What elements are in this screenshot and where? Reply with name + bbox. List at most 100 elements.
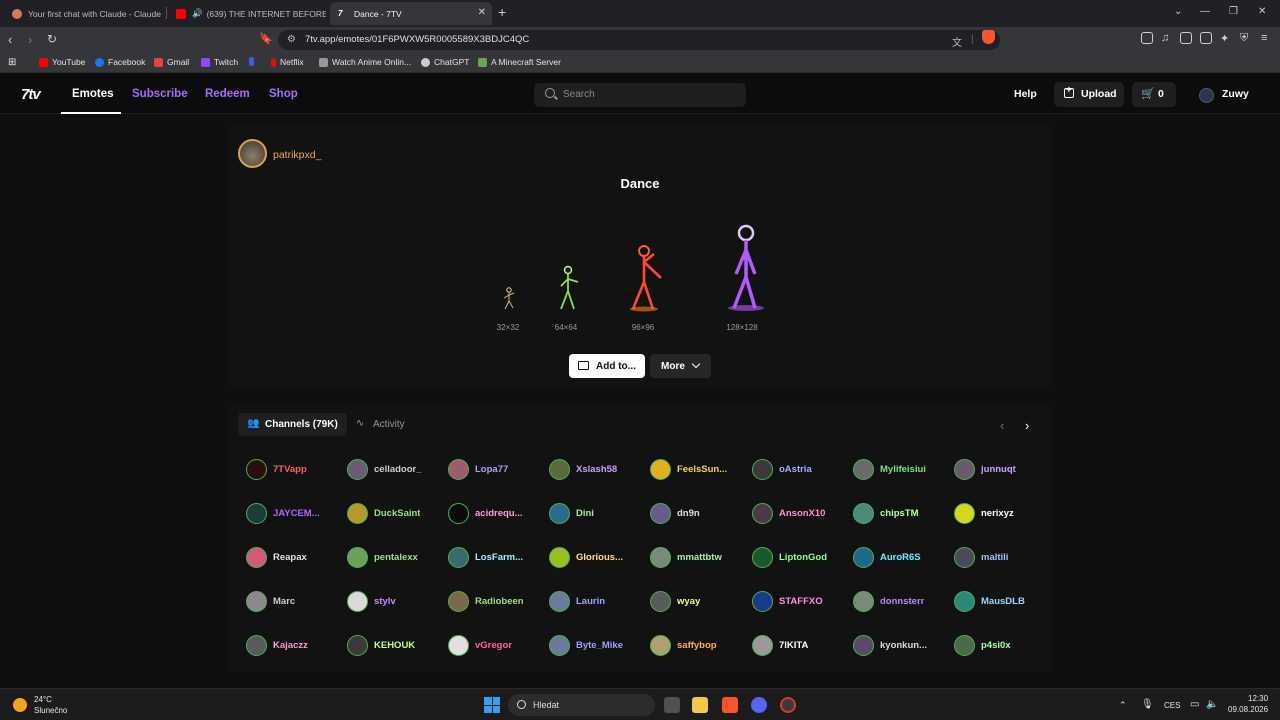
channel-item[interactable]: Byte_Mike — [549, 635, 623, 656]
tray-chevron-icon[interactable]: ⌃ — [1119, 700, 1127, 711]
sidebar-icon[interactable] — [1180, 32, 1192, 44]
maximize-icon[interactable]: ❐ — [1229, 6, 1238, 17]
channel-item[interactable]: kyonkun... — [853, 635, 927, 656]
apps-grid-icon[interactable]: ⊞ — [8, 57, 16, 68]
bookmark-facebook[interactable]: Facebook — [95, 57, 145, 67]
more-button[interactable]: More — [650, 354, 711, 378]
channel-item[interactable]: acidrequ... — [448, 503, 523, 524]
start-icon[interactable] — [484, 697, 500, 713]
nav-redeem[interactable]: Redeem — [205, 88, 250, 100]
leo-ai-icon[interactable]: ✦ — [1220, 32, 1229, 45]
channel-item[interactable]: DuckSaint — [347, 503, 420, 524]
nav-emotes[interactable]: Emotes — [72, 88, 114, 100]
bookmark-minecraft[interactable]: A Minecraft Server — [478, 57, 561, 67]
channel-item[interactable]: junnuqt — [954, 459, 1016, 480]
close-window-icon[interactable]: ✕ — [1258, 6, 1266, 17]
vpn-shield-icon[interactable]: ⛨ — [1240, 32, 1248, 45]
next-page-icon[interactable]: › — [1025, 418, 1029, 433]
channel-item[interactable]: donnsterr — [853, 591, 924, 612]
channel-item[interactable]: p4si0x — [954, 635, 1011, 656]
bookmark-anime[interactable]: Watch Anime Onlin... — [319, 57, 411, 67]
channel-item[interactable]: 7IKITA — [752, 635, 808, 656]
reload-icon[interactable]: ↻ — [47, 32, 57, 46]
new-tab-button[interactable]: + — [498, 4, 506, 20]
tab-7tv[interactable]: 7 Dance - 7TV ✕ — [330, 2, 492, 25]
channel-item[interactable]: celladoor_ — [347, 459, 422, 480]
clock-date[interactable]: 09.08.2026 — [1228, 705, 1268, 714]
author-name[interactable]: patrikpxd_ — [273, 149, 321, 161]
channel-item[interactable]: pentalexx — [347, 547, 418, 568]
channel-item[interactable]: Dini — [549, 503, 594, 524]
channel-item[interactable]: Kajaczz — [246, 635, 308, 656]
upload-button[interactable]: + Upload — [1054, 82, 1124, 107]
brave-browser-icon[interactable] — [722, 697, 738, 713]
channel-item[interactable]: vGregor — [448, 635, 512, 656]
channel-item[interactable]: wyay — [650, 591, 700, 612]
channel-item[interactable]: Mylifeisiui — [853, 459, 926, 480]
nav-subscribe[interactable]: Subscribe — [132, 88, 188, 100]
channel-item[interactable]: STAFFXO — [752, 591, 823, 612]
channel-item[interactable]: LosFarm... — [448, 547, 523, 568]
channel-item[interactable]: 7TVapp — [246, 459, 307, 480]
network-icon[interactable]: ▭ — [1190, 699, 1199, 710]
media-icon[interactable]: ♫ — [1161, 32, 1169, 44]
address-bar[interactable]: ⚙ 7tv.app/emotes/01F6PWXW5R0005589X3BDJC… — [278, 30, 1000, 50]
file-explorer-icon[interactable] — [692, 697, 708, 713]
channel-item[interactable]: nerixyz — [954, 503, 1014, 524]
bookmark-youtube[interactable]: YouTube — [39, 57, 85, 67]
menu-icon[interactable]: ≡ — [1261, 32, 1267, 44]
author-avatar[interactable] — [238, 139, 267, 168]
wallet-icon[interactable] — [1200, 32, 1212, 44]
channel-item[interactable]: Laurin — [549, 591, 605, 612]
channel-item[interactable]: stylv — [347, 591, 396, 612]
help-link[interactable]: Help — [1014, 88, 1037, 100]
bookmark-netflix[interactable]: Netflix — [271, 57, 304, 67]
nav-shop[interactable]: Shop — [269, 88, 298, 100]
channel-item[interactable]: Reapax — [246, 547, 307, 568]
channel-item[interactable]: chipsTM — [853, 503, 919, 524]
language-indicator[interactable]: CES — [1164, 701, 1180, 710]
search-input[interactable]: Search — [534, 83, 746, 107]
channel-item[interactable]: Xslash58 — [549, 459, 617, 480]
weather-sun-icon[interactable] — [13, 698, 27, 712]
bookmark-twitch[interactable]: Twitch — [201, 57, 238, 67]
discord-icon[interactable] — [751, 697, 767, 713]
taskbar-search[interactable]: Hledat — [508, 694, 655, 716]
back-icon[interactable]: ‹ — [8, 32, 12, 47]
7tv-logo[interactable]: 7tv — [21, 86, 41, 103]
channel-item[interactable]: mmattbtw — [650, 547, 722, 568]
tab-claude[interactable]: Your first chat with Claude - Claude — [4, 2, 164, 25]
tab-youtube[interactable]: 🔊 (639) THE INTERNET BEFORE MI — [168, 2, 326, 25]
prev-page-icon[interactable]: ‹ — [1000, 418, 1004, 433]
channel-item[interactable]: MausDLB — [954, 591, 1025, 612]
channel-item[interactable]: oAstria — [752, 459, 812, 480]
add-to-button[interactable]: Add to... — [569, 354, 645, 378]
channel-item[interactable]: AnsonX10 — [752, 503, 825, 524]
channel-item[interactable]: Radiobeen — [448, 591, 524, 612]
tab-list-icon[interactable]: ⌄ — [1174, 6, 1182, 17]
site-info-icon[interactable]: ⚙ — [287, 34, 296, 45]
channel-item[interactable]: AuroR6S — [853, 547, 921, 568]
cart-button[interactable]: 🛒 0 — [1132, 82, 1176, 107]
translate-icon[interactable]: 文 — [952, 34, 962, 49]
channel-item[interactable]: Marc — [246, 591, 295, 612]
bookmark-chatgpt[interactable]: ChatGPT — [421, 57, 469, 67]
minimize-icon[interactable]: — — [1200, 6, 1210, 17]
channel-item[interactable]: saffybop — [650, 635, 717, 656]
user-avatar[interactable] — [1199, 88, 1214, 103]
bookmark-unnamed[interactable] — [249, 57, 258, 66]
username[interactable]: Zuwy — [1222, 88, 1249, 100]
bookmark-gmail[interactable]: Gmail — [154, 57, 189, 67]
channel-item[interactable]: dn9n — [650, 503, 700, 524]
app-icon[interactable] — [780, 697, 796, 713]
volume-icon[interactable]: 🔈 — [1206, 699, 1218, 710]
channel-item[interactable]: KEHOUK — [347, 635, 415, 656]
channel-item[interactable]: maltili — [954, 547, 1008, 568]
brave-shield-icon[interactable] — [982, 30, 995, 44]
channel-item[interactable]: Lopa77 — [448, 459, 508, 480]
microphone-icon[interactable]: 🎙 — [1141, 699, 1154, 710]
clock-time[interactable]: 12:30 — [1248, 694, 1268, 703]
tab-channels[interactable]: 👥 Channels (79K) — [238, 413, 347, 436]
channel-item[interactable]: FeelsSun... — [650, 459, 727, 480]
channel-item[interactable]: LiptonGod — [752, 547, 827, 568]
